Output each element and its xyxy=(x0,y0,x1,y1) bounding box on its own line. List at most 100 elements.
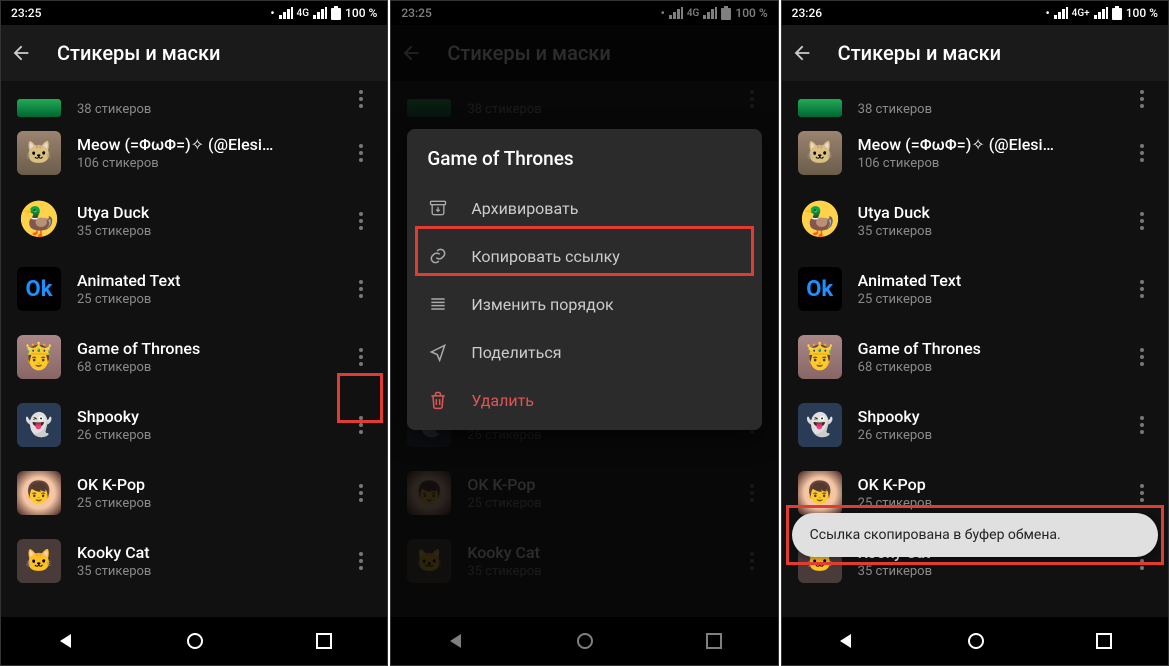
pack-sub: 25 стикеров xyxy=(77,292,327,307)
nav-recent-icon[interactable] xyxy=(1096,633,1112,649)
pack-sub: 35 стикеров xyxy=(858,564,1108,579)
more-button[interactable] xyxy=(343,407,379,443)
list-item[interactable]: Meow (=ΦωΦ=)✧ (@Elesi…106 стикеров xyxy=(782,119,1168,187)
pack-title: Kooky Cat xyxy=(77,543,327,562)
dot-icon: • xyxy=(270,6,274,20)
screen-3: 23:26 • 4G+ 100 % Стикеры и маски 38 сти… xyxy=(781,0,1169,666)
more-button[interactable] xyxy=(343,271,379,307)
pack-thumb xyxy=(798,199,842,243)
page-title: Стикеры и маски xyxy=(57,41,220,65)
dialog-delete[interactable]: Удалить xyxy=(407,376,761,424)
pack-sub: 68 стикеров xyxy=(858,360,1108,375)
pack-title: Animated Text xyxy=(77,271,327,290)
pack-sub: 38 стикеров xyxy=(858,102,1108,117)
pack-sub: 25 стикеров xyxy=(858,292,1108,307)
status-bar: 23:26 • 4G+ 100 % xyxy=(782,1,1168,25)
list-item[interactable]: Shpooky26 стикеров xyxy=(782,391,1168,459)
more-button[interactable] xyxy=(1124,407,1160,443)
nav-home-icon[interactable] xyxy=(967,632,985,650)
more-button[interactable] xyxy=(343,543,379,579)
list-item-got[interactable]: Game of Thrones68 стикеров xyxy=(1,323,387,391)
list-item[interactable]: Kooky Cat 35 стикеров xyxy=(1,527,387,595)
screen-1: 23:25 • 4G 100 % Стикеры и маски 38 стик… xyxy=(0,0,388,666)
pack-title: Utya Duck xyxy=(858,203,1108,222)
list-item[interactable]: Ok Animated Text 25 стикеров xyxy=(782,255,1168,323)
signal-icon xyxy=(1054,7,1068,19)
list-item[interactable]: 38 стикеров xyxy=(782,81,1168,119)
more-button[interactable] xyxy=(1124,475,1160,511)
list-item[interactable]: Utya Duck35 стикеров xyxy=(1,187,387,255)
screen-2: 23:25 • 4G 100 % Стикеры и маски 38 стик… xyxy=(390,0,778,666)
more-button[interactable] xyxy=(1124,339,1160,375)
pack-thumb xyxy=(17,471,61,515)
list-item[interactable]: OK K-Pop25 стикеров xyxy=(1,459,387,527)
dot-icon: • xyxy=(1045,6,1049,20)
nav-recent-icon[interactable] xyxy=(316,633,332,649)
link-icon xyxy=(427,246,449,266)
more-button[interactable] xyxy=(1124,203,1160,239)
more-button[interactable] xyxy=(343,81,379,117)
dialog-reorder-label: Изменить порядок xyxy=(471,295,613,314)
more-button[interactable] xyxy=(1124,81,1160,117)
list-item[interactable]: 38 стикеров xyxy=(1,81,387,119)
pack-title: Animated Text xyxy=(858,271,1108,290)
pack-sub: 106 стикеров xyxy=(858,156,1108,171)
more-button[interactable] xyxy=(343,475,379,511)
pack-title: Shpooky xyxy=(77,407,327,426)
sticker-list: 38 стикеров Meow (=ΦωΦ=)✧ (@Elesi…106 ст… xyxy=(1,81,387,617)
more-button[interactable] xyxy=(1124,135,1160,171)
nav-back-icon[interactable] xyxy=(837,632,855,650)
battery-icon xyxy=(331,6,341,20)
network-label: 4G xyxy=(297,8,310,19)
list-item[interactable]: Game of Thrones68 стикеров xyxy=(782,323,1168,391)
pack-sub: 106 стикеров xyxy=(77,156,327,171)
sticker-list: 38 стикеров Meow (=ΦωΦ=)✧ (@Elesi…106 ст… xyxy=(782,81,1168,617)
back-button[interactable] xyxy=(790,42,814,64)
dialog-reorder[interactable]: Изменить порядок xyxy=(407,280,761,328)
nav-bar xyxy=(782,617,1168,665)
status-bar: 23:25 • 4G 100 % xyxy=(1,1,387,25)
dialog-title: Game of Thrones xyxy=(407,147,761,184)
battery-label: 100 % xyxy=(345,6,377,20)
more-button[interactable] xyxy=(343,203,379,239)
pack-thumb: Ok xyxy=(17,267,61,311)
pack-thumb: Ok xyxy=(798,267,842,311)
dialog-archive[interactable]: Архивировать xyxy=(407,184,761,232)
pack-thumb xyxy=(17,403,61,447)
pack-sub: 68 стикеров xyxy=(77,360,327,375)
pack-thumb xyxy=(17,131,61,175)
share-icon xyxy=(427,342,449,362)
list-item[interactable]: Ok Animated Text 25 стикеров xyxy=(1,255,387,323)
nav-back-icon[interactable] xyxy=(57,632,75,650)
status-time: 23:26 xyxy=(792,6,822,20)
pack-thumb xyxy=(798,131,842,175)
network-label: 4G+ xyxy=(1072,8,1090,19)
pack-sub: 25 стикеров xyxy=(858,496,1108,511)
more-button[interactable] xyxy=(343,135,379,171)
dialog-share[interactable]: Поделиться xyxy=(407,328,761,376)
dialog-copy-label: Копировать ссылку xyxy=(471,247,620,266)
nav-home-icon[interactable] xyxy=(186,632,204,650)
battery-icon xyxy=(1112,6,1122,20)
list-item[interactable]: Meow (=ΦωΦ=)✧ (@Elesi…106 стикеров xyxy=(1,119,387,187)
list-item[interactable]: Utya Duck 35 стикеров xyxy=(782,187,1168,255)
app-header: Стикеры и маски xyxy=(782,25,1168,81)
pack-title: Shpooky xyxy=(858,407,1108,426)
pack-sub: 35 стикеров xyxy=(858,224,1108,239)
dialog-copy-link[interactable]: Копировать ссылку xyxy=(407,232,761,280)
dialog-delete-label: Удалить xyxy=(471,391,534,410)
pack-sub: 35 стикеров xyxy=(77,224,327,239)
list-item[interactable]: Shpooky 26 стикеров xyxy=(1,391,387,459)
pack-title: OK K-Pop xyxy=(77,475,327,494)
signal-icon-2 xyxy=(313,7,327,19)
pack-sub: 26 стикеров xyxy=(77,428,327,443)
more-button[interactable] xyxy=(1124,271,1160,307)
reorder-icon xyxy=(427,294,449,314)
nav-bar xyxy=(1,617,387,665)
toast-text: Ссылка скопирована в буфер обмена. xyxy=(810,527,1061,543)
pack-thumb xyxy=(798,403,842,447)
pack-sub: 38 стикеров xyxy=(77,102,327,117)
back-button[interactable] xyxy=(9,42,33,64)
more-button-got[interactable] xyxy=(343,339,379,375)
pack-sub: 35 стикеров xyxy=(77,564,327,579)
